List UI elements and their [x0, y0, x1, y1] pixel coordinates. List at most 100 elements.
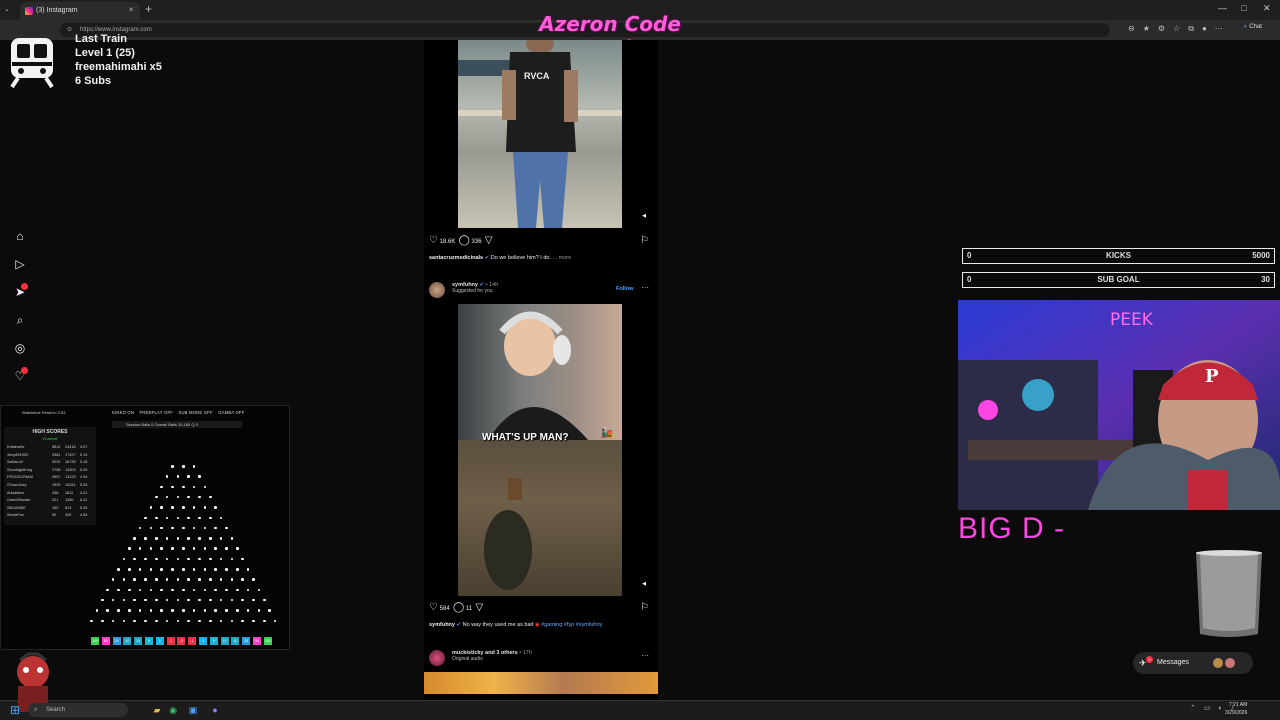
more-link[interactable]: ... more [553, 255, 572, 261]
high-score-name: SNUXMEE [7, 505, 26, 510]
high-score-value: 1925 [52, 483, 61, 487]
messages-badge: 3 [1146, 656, 1153, 663]
favorites-icon[interactable]: ☆ [1173, 24, 1188, 33]
plinko-bucket: 50 [101, 637, 110, 645]
plinko-peg [219, 537, 223, 540]
share-icon[interactable]: ▽ [475, 602, 483, 613]
plinko-peg [236, 609, 239, 612]
new-tab-button[interactable]: + [145, 2, 152, 16]
profile-icon[interactable]: ● [1202, 24, 1215, 33]
send-icon[interactable]: ➤ [10, 283, 30, 299]
mode-freeplay: FREEPLAY OFF [139, 410, 173, 415]
plinko-peg [117, 588, 120, 592]
avatar[interactable] [429, 282, 445, 298]
save-icon[interactable]: ⚐ [640, 235, 649, 246]
plinko-peg [182, 506, 185, 509]
plinko-peg [149, 506, 153, 509]
tab-instagram[interactable]: (3) Instagram ✕ [20, 2, 140, 20]
search-icon[interactable]: ⌕ [10, 313, 30, 328]
post-video[interactable] [424, 672, 658, 694]
maximize-button[interactable]: □ [1241, 3, 1246, 13]
taskbar-clock[interactable]: 7:21 AM 3/29/2026 [1225, 701, 1247, 717]
save-icon[interactable]: ⚐ [640, 602, 649, 613]
taskbar-search[interactable]: ⌕ Search [28, 703, 128, 717]
plinko-peg [214, 568, 217, 571]
post-video[interactable]: RVCA [458, 40, 622, 228]
post1-actions: ♡ 18.6K ◯ 336 ▽ ⚐ [429, 235, 654, 246]
more-options-icon[interactable]: ··· [641, 651, 649, 660]
follow-button[interactable]: Follow [616, 286, 633, 292]
emoji-icon: ◉ [534, 622, 540, 628]
chrome-icon[interactable]: ◉ [166, 703, 180, 717]
mute-icon[interactable]: ◀ [639, 579, 649, 589]
plinko-peg [155, 537, 158, 540]
high-score-value: 6.11 [80, 498, 88, 503]
post3-others[interactable]: and 3 others [485, 650, 518, 656]
tab-close-icon[interactable]: ✕ [128, 2, 134, 20]
comment-icon[interactable]: ◯ [453, 602, 464, 613]
store-icon[interactable]: ▣ [186, 703, 200, 717]
discord-icon[interactable]: ● [208, 703, 222, 717]
high-score-value: 1350 [65, 498, 74, 503]
file-explorer-icon[interactable]: ▰ [150, 703, 164, 717]
plinko-bucket: 1 [199, 637, 207, 645]
share-icon[interactable]: ▽ [485, 235, 493, 246]
high-score-value: 5.15 [80, 452, 88, 457]
mute-icon[interactable]: ◀ [639, 211, 649, 221]
toolbar-icons[interactable]: ⊖★⚙☆⧉●⋯ [1128, 24, 1231, 34]
subgoal-target: 30 [1261, 275, 1270, 284]
suggested-label: Suggested for you [452, 288, 493, 294]
plinko-bucket: 1 [155, 637, 164, 645]
plinko-peg [225, 547, 228, 550]
chat-button[interactable]: ◐ Chat [1244, 24, 1262, 30]
like-icon[interactable]: ♡ [429, 602, 438, 613]
more-icon[interactable]: ⋯ [1215, 24, 1231, 33]
plinko-peg [214, 609, 217, 612]
mode-kinko: KINKO ON [112, 410, 135, 415]
post2-header: symfuhny ✔ • 14h Suggested for you [452, 282, 498, 294]
webcam-feed: P [958, 300, 1280, 510]
comment-icon[interactable]: ◯ [459, 235, 470, 246]
collections-icon[interactable]: ⧉ [1188, 24, 1202, 33]
plinko-peg [236, 568, 239, 571]
zoom-icon[interactable]: ⊖ [1128, 24, 1143, 33]
plinko-peg [187, 578, 190, 581]
site-info-icon[interactable]: ⊙ [67, 23, 72, 37]
plinko-peg [209, 578, 212, 581]
watchtime-reset: Watchtime Reset in 2:53 [22, 410, 66, 415]
minimize-button[interactable]: — [1218, 3, 1227, 13]
heart-icon[interactable]: ♡ [10, 367, 30, 383]
post2-hashtags[interactable]: #gaming #fyp #symfuhny [541, 622, 602, 628]
windows-start-icon[interactable]: ⊞ [10, 703, 20, 717]
high-score-row: FROGSCRIAM 2657 13123 4.94 [7, 475, 93, 480]
post1-caption-user[interactable]: santacruzmedicinals [429, 255, 483, 261]
avatar[interactable] [429, 650, 445, 666]
reels-icon[interactable]: ▷ [10, 257, 30, 271]
plinko-bucket: 50 [253, 637, 261, 645]
chat-label: Chat [1249, 24, 1262, 30]
plinko-peg [246, 609, 250, 612]
post2-caption-user[interactable]: symfuhny [429, 622, 455, 628]
plinko-peg [198, 619, 201, 622]
extensions-icon[interactable]: ⚙ [1158, 24, 1173, 33]
train-icon [10, 38, 54, 88]
plinko-peg [198, 537, 201, 540]
more-options-icon[interactable]: ··· [641, 283, 649, 292]
high-score-value: 438 [52, 490, 59, 495]
post3-audio[interactable]: Original audio [452, 656, 532, 662]
plinko-peg [95, 609, 99, 612]
post2-comments: 11 [465, 606, 473, 612]
tab-list-icon[interactable]: ⌄ [4, 5, 10, 13]
home-icon[interactable]: ⌂ [10, 229, 30, 243]
close-window-button[interactable]: ✕ [1263, 3, 1271, 14]
high-score-value: 4.07 [80, 445, 88, 449]
post1-caption-text: Do we believe him? I do. [490, 255, 552, 261]
plinko-peg [241, 557, 244, 561]
star-icon[interactable]: ★ [1143, 24, 1158, 33]
post-video[interactable]: WHAT'S UP MAN? 🚂 [458, 304, 622, 596]
compass-icon[interactable]: ◎ [10, 341, 30, 355]
plinko-peg [149, 568, 153, 571]
like-icon[interactable]: ♡ [429, 235, 438, 246]
plinko-peg [160, 568, 163, 571]
messages-button[interactable]: ✈ 3 Messages [1133, 652, 1253, 674]
